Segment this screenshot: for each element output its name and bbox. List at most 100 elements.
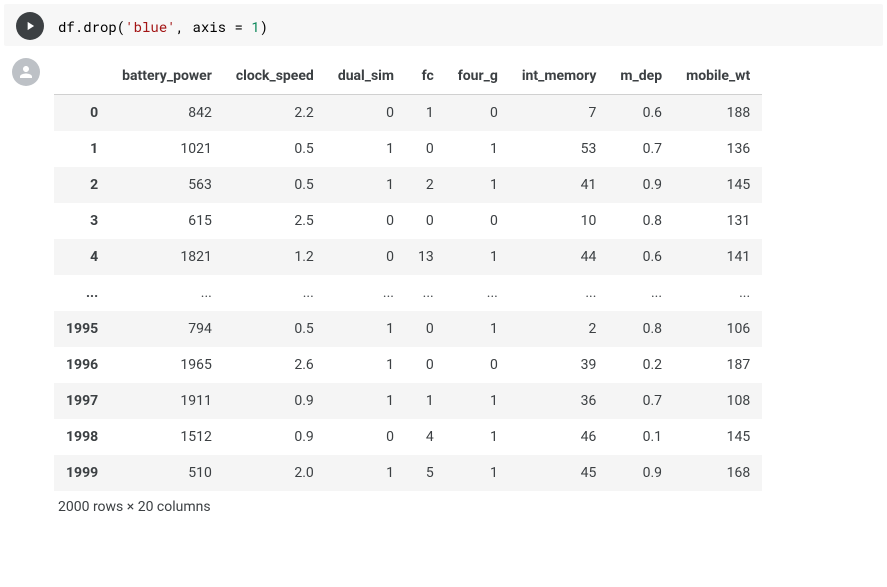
play-icon xyxy=(23,19,37,33)
cell: 1 xyxy=(446,239,510,275)
table-row: 199719110.9111360.7108 xyxy=(54,383,762,419)
cell: 842 xyxy=(110,95,224,132)
cell: 1 xyxy=(326,455,406,491)
table-row: 36152.5000100.8131 xyxy=(54,203,762,239)
cell: 0 xyxy=(406,203,446,239)
row-index: 1997 xyxy=(54,383,110,419)
cell: 108 xyxy=(674,383,762,419)
cell: 0.7 xyxy=(608,383,674,419)
cell: 1 xyxy=(446,383,510,419)
cell: ... xyxy=(326,275,406,311)
code-prefix: df.drop( xyxy=(58,17,125,36)
run-button[interactable] xyxy=(16,12,44,40)
col-header: fc xyxy=(406,58,446,95)
col-header: m_dep xyxy=(608,58,674,95)
col-header: dual_sim xyxy=(326,58,406,95)
cell: 0 xyxy=(446,203,510,239)
col-header: battery_power xyxy=(110,58,224,95)
cell: 1911 xyxy=(110,383,224,419)
row-index: 1996 xyxy=(54,347,110,383)
col-header: clock_speed xyxy=(224,58,326,95)
cell: 0.5 xyxy=(224,167,326,203)
dataframe-output[interactable]: battery_powerclock_speeddual_simfcfour_g… xyxy=(54,54,762,515)
cell: ... xyxy=(608,275,674,311)
cell: ... xyxy=(510,275,609,311)
cell: 1965 xyxy=(110,347,224,383)
dataframe-table: battery_powerclock_speeddual_simfcfour_g… xyxy=(54,58,762,491)
col-header: four_g xyxy=(446,58,510,95)
row-index: 1999 xyxy=(54,455,110,491)
code-cell[interactable]: df.drop('blue', axis = 1) xyxy=(4,4,883,46)
code-text[interactable]: df.drop('blue', axis = 1) xyxy=(58,10,268,36)
cell: 1 xyxy=(406,383,446,419)
cell: 41 xyxy=(510,167,609,203)
shape-text: 2000 rows × 20 columns xyxy=(54,491,762,515)
col-header: mobile_wt xyxy=(674,58,762,95)
cell: 0.7 xyxy=(608,131,674,167)
cell: 1021 xyxy=(110,131,224,167)
cell: 44 xyxy=(510,239,609,275)
code-string: 'blue' xyxy=(125,17,175,36)
code-suffix: ) xyxy=(260,17,268,36)
cell: 0.5 xyxy=(224,131,326,167)
cell: 1821 xyxy=(110,239,224,275)
cell: 13 xyxy=(406,239,446,275)
cell: 0.5 xyxy=(224,311,326,347)
code-num: 1 xyxy=(251,17,259,36)
header-row: battery_powerclock_speeddual_simfcfour_g… xyxy=(54,58,762,95)
cell: 0 xyxy=(326,419,406,455)
row-index: ... xyxy=(54,275,110,311)
output-area: battery_powerclock_speeddual_simfcfour_g… xyxy=(0,46,887,515)
table-row: 199815120.9041460.1145 xyxy=(54,419,762,455)
cell: ... xyxy=(446,275,510,311)
cell: 615 xyxy=(110,203,224,239)
cell: 2.2 xyxy=(224,95,326,132)
cell: 0.8 xyxy=(608,311,674,347)
cell: 39 xyxy=(510,347,609,383)
table-row: 199619652.6100390.2187 xyxy=(54,347,762,383)
cell: 0 xyxy=(406,347,446,383)
cell: 563 xyxy=(110,167,224,203)
cell: 53 xyxy=(510,131,609,167)
row-index: 1998 xyxy=(54,419,110,455)
cell: ... xyxy=(224,275,326,311)
cell: 510 xyxy=(110,455,224,491)
row-index: 1995 xyxy=(54,311,110,347)
cell: ... xyxy=(406,275,446,311)
cell: 0 xyxy=(406,311,446,347)
cell: 2 xyxy=(406,167,446,203)
cell: 0.8 xyxy=(608,203,674,239)
cell: 0 xyxy=(406,131,446,167)
col-header: int_memory xyxy=(510,58,609,95)
cell: 106 xyxy=(674,311,762,347)
output-avatar xyxy=(12,58,40,86)
cell: 1 xyxy=(446,455,510,491)
row-index: 3 xyxy=(54,203,110,239)
cell: 0 xyxy=(326,203,406,239)
cell: ... xyxy=(110,275,224,311)
table-row: 08422.201070.6188 xyxy=(54,95,762,132)
cell: 1 xyxy=(326,311,406,347)
row-index: 1 xyxy=(54,131,110,167)
cell: 1 xyxy=(446,131,510,167)
cell: 0.9 xyxy=(224,419,326,455)
cell: 794 xyxy=(110,311,224,347)
cell: 36 xyxy=(510,383,609,419)
code-mid: , axis = xyxy=(176,17,252,36)
table-row: 25630.5121410.9145 xyxy=(54,167,762,203)
cell: 1 xyxy=(406,95,446,132)
row-index: 4 xyxy=(54,239,110,275)
cell: 0 xyxy=(326,239,406,275)
cell: 1 xyxy=(326,167,406,203)
cell: 1 xyxy=(326,347,406,383)
cell: 0.6 xyxy=(608,239,674,275)
cell: 1.2 xyxy=(224,239,326,275)
cell: 168 xyxy=(674,455,762,491)
cell: 7 xyxy=(510,95,609,132)
cell: 0.9 xyxy=(608,455,674,491)
row-index: 2 xyxy=(54,167,110,203)
cell: 0.9 xyxy=(608,167,674,203)
cell: 4 xyxy=(406,419,446,455)
cell: 136 xyxy=(674,131,762,167)
row-index: 0 xyxy=(54,95,110,132)
